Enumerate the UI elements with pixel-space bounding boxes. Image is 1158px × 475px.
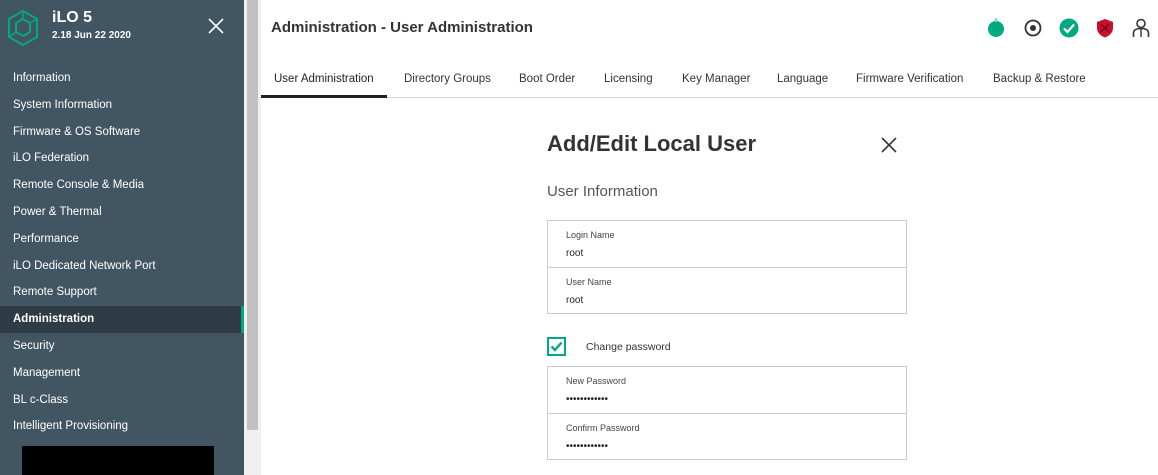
health-ok-icon[interactable]	[1058, 17, 1080, 39]
confirm-password-field[interactable]: Confirm Password	[548, 413, 906, 459]
user-name-label: User Name	[566, 277, 612, 287]
sidebar-scrollbar[interactable]	[244, 0, 261, 475]
login-name-field[interactable]: Login Name	[548, 221, 906, 267]
change-password-checkbox[interactable]	[547, 337, 566, 356]
password-fields: New Password Confirm Password	[547, 366, 907, 460]
app-version: 2.18 Jun 22 2020	[52, 30, 131, 41]
tab-user-administration[interactable]: User Administration	[261, 60, 387, 98]
login-name-label: Login Name	[566, 230, 615, 240]
app-name: iLO 5	[52, 9, 93, 26]
sidebar-item-firmware-os-software[interactable]: Firmware & OS Software	[0, 119, 244, 146]
confirm-password-label: Confirm Password	[566, 423, 640, 433]
sidebar-nav: Information System Information Firmware …	[0, 65, 244, 440]
sidebar-item-intelligent-provisioning[interactable]: Intelligent Provisioning	[0, 413, 244, 440]
scrollbar-thumb[interactable]	[247, 0, 258, 430]
sidebar-item-performance[interactable]: Performance	[0, 226, 244, 253]
sidebar-item-administration[interactable]: Administration	[0, 306, 244, 333]
tab-key-manager[interactable]: Key Manager	[682, 60, 750, 98]
new-password-input[interactable]	[566, 394, 886, 405]
sidebar-item-security[interactable]: Security	[0, 333, 244, 360]
new-password-label: New Password	[566, 376, 627, 386]
sidebar-item-ilo-dedicated-network-port[interactable]: iLO Dedicated Network Port	[0, 253, 244, 280]
sidebar-item-information[interactable]: Information	[0, 65, 244, 92]
user-account-icon[interactable]	[1130, 17, 1152, 39]
new-password-field[interactable]: New Password	[548, 367, 906, 413]
tab-firmware-verification[interactable]: Firmware Verification	[856, 60, 963, 98]
tab-licensing[interactable]: Licensing	[604, 60, 653, 98]
sidebar-item-remote-support[interactable]: Remote Support	[0, 279, 244, 306]
ilo-logo-icon	[8, 9, 38, 47]
checkmark-icon	[550, 341, 563, 352]
sidebar-item-ilo-federation[interactable]: iLO Federation	[0, 145, 244, 172]
tab-boot-order[interactable]: Boot Order	[519, 60, 575, 98]
uid-indicator-icon[interactable]	[1022, 17, 1044, 39]
user-name-field[interactable]: User Name	[548, 267, 906, 313]
tab-language[interactable]: Language	[777, 60, 828, 98]
sidebar-item-system-information[interactable]: System Information	[0, 92, 244, 119]
dialog-title: Add/Edit Local User	[547, 131, 757, 156]
close-sidebar-icon[interactable]	[206, 16, 226, 36]
user-info-fields: Login Name User Name	[547, 220, 907, 314]
sidebar-item-management[interactable]: Management	[0, 360, 244, 387]
sidebar-item-bl-c-class[interactable]: BL c-Class	[0, 387, 244, 414]
section-user-information: User Information	[547, 183, 658, 200]
tab-directory-groups[interactable]: Directory Groups	[404, 60, 491, 98]
security-shield-icon[interactable]	[1094, 17, 1116, 39]
page-title: Administration - User Administration	[271, 19, 533, 36]
user-name-input[interactable]	[566, 295, 886, 306]
sidebar-item-power-thermal[interactable]: Power & Thermal	[0, 199, 244, 226]
sidebar: iLO 5 2.18 Jun 22 2020 Information Syste…	[0, 0, 244, 475]
login-name-input[interactable]	[566, 248, 886, 259]
change-password-label: Change password	[586, 341, 671, 353]
redacted-block	[22, 446, 214, 475]
confirm-password-input[interactable]	[566, 441, 886, 452]
close-dialog-icon[interactable]	[880, 136, 898, 154]
power-status-icon[interactable]	[985, 17, 1007, 39]
tab-backup-restore[interactable]: Backup & Restore	[993, 60, 1086, 98]
brand-header: iLO 5 2.18 Jun 22 2020	[0, 0, 244, 56]
tab-bar: User Administration Directory Groups Boo…	[261, 60, 1158, 98]
sidebar-item-remote-console-media[interactable]: Remote Console & Media	[0, 172, 244, 199]
